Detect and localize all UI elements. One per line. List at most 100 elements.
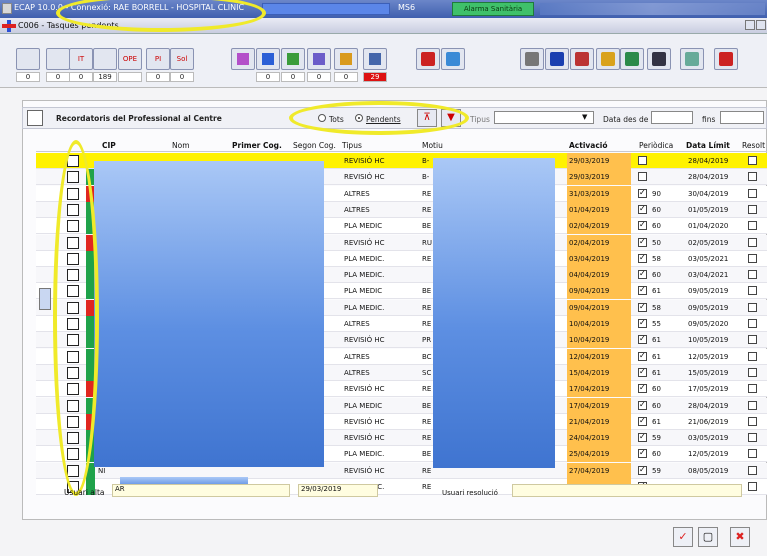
col-activacio[interactable]: Activació <box>569 141 608 150</box>
periodic-checkbox[interactable] <box>638 383 647 393</box>
resolt-checkbox[interactable] <box>748 221 757 230</box>
periodic-checkbox[interactable] <box>638 416 647 426</box>
chevron-down-icon[interactable]: ▼ <box>582 113 587 121</box>
resolt-checkbox[interactable] <box>748 238 757 247</box>
resolt-checkbox[interactable] <box>748 335 757 344</box>
date-to-input[interactable] <box>720 111 764 124</box>
filter-button[interactable] <box>545 48 569 70</box>
resolt-checkbox[interactable] <box>748 417 757 426</box>
smile-button[interactable] <box>596 48 620 70</box>
periodic-checkbox[interactable] <box>638 220 647 230</box>
note-button[interactable] <box>93 48 117 70</box>
periodic-checkbox[interactable] <box>638 432 647 442</box>
world-button[interactable] <box>620 48 644 70</box>
motiu-cell: RE <box>422 483 432 491</box>
periodic-checkbox[interactable] <box>638 237 647 247</box>
usuari-resolucio-field[interactable] <box>512 484 742 497</box>
patient-card-button[interactable] <box>16 48 40 70</box>
resolt-checkbox[interactable] <box>748 449 757 458</box>
activacio-cell: 02/04/2019 <box>567 235 631 251</box>
new-button[interactable]: ▢ <box>698 527 718 547</box>
periodic-checkbox[interactable] <box>638 448 647 458</box>
minimize-button[interactable] <box>745 20 755 30</box>
resolt-checkbox[interactable] <box>748 433 757 442</box>
col-resolt[interactable]: Resolt <box>742 141 765 150</box>
periodic-checkbox[interactable] <box>638 156 647 165</box>
date-to-label: fins <box>702 115 716 124</box>
resolt-checkbox[interactable] <box>748 384 757 393</box>
pill-alt-button[interactable] <box>307 48 331 70</box>
col-nom[interactable]: Nom <box>172 141 190 150</box>
resolt-checkbox[interactable] <box>748 466 757 475</box>
col-segon-cog[interactable]: Segon Cog. <box>293 141 336 150</box>
group-button[interactable] <box>680 48 704 70</box>
resolt-checkbox[interactable] <box>748 368 757 377</box>
activacio-cell: 15/04/2019 <box>567 365 631 381</box>
pill-button[interactable] <box>256 48 280 70</box>
periodic-checkbox[interactable] <box>638 334 647 344</box>
resolt-checkbox[interactable] <box>748 303 757 312</box>
resolt-checkbox[interactable] <box>748 156 757 165</box>
check-doc-button[interactable] <box>231 48 255 70</box>
periodic-checkbox[interactable] <box>638 367 647 377</box>
resolt-checkbox[interactable] <box>748 286 757 295</box>
col-periodica[interactable]: Periòdica <box>639 141 673 150</box>
resolt-checkbox[interactable] <box>748 205 757 214</box>
motiu-cell: RE <box>422 190 432 198</box>
resolt-checkbox[interactable] <box>748 352 757 361</box>
periodic-checkbox[interactable] <box>638 269 647 279</box>
col-data-limit[interactable]: Data Límit <box>686 141 730 150</box>
resolt-checkbox[interactable] <box>748 189 757 198</box>
accept-button[interactable]: ✓ <box>673 527 693 547</box>
ope-button[interactable]: OPE <box>118 48 142 70</box>
col-motiu[interactable]: Motiu <box>422 141 443 150</box>
periodic-checkbox[interactable] <box>638 172 647 181</box>
it-button[interactable]: IT <box>69 48 93 70</box>
resolt-checkbox[interactable] <box>748 401 757 410</box>
exit-button[interactable] <box>714 48 738 70</box>
data-limit-cell: 12/05/2019 <box>688 450 729 458</box>
tipus-cell: REVISIÓ HC <box>344 157 385 165</box>
highlight-status-column <box>53 140 99 496</box>
resolt-checkbox[interactable] <box>748 319 757 328</box>
toolbar-count: 29 <box>363 72 387 82</box>
col-primer-cog[interactable]: Primer Cog. <box>232 141 282 150</box>
periodic-checkbox[interactable] <box>638 351 647 361</box>
resolt-checkbox[interactable] <box>748 254 757 263</box>
col-tipus[interactable]: Tipus <box>342 141 362 150</box>
pi-button[interactable]: PI <box>146 48 170 70</box>
motiu-cell: RE <box>422 304 432 312</box>
periodic-checkbox[interactable] <box>638 400 647 410</box>
periodic-checkbox[interactable] <box>638 318 647 328</box>
periodic-checkbox[interactable] <box>638 302 647 312</box>
periodic-checkbox[interactable] <box>638 465 647 475</box>
resolt-checkbox[interactable] <box>748 482 757 491</box>
tipus-cell: ALTRES <box>344 206 370 214</box>
side-grip-icon[interactable] <box>39 288 51 310</box>
periodic-checkbox[interactable] <box>638 285 647 295</box>
activacio-cell: 04/04/2019 <box>567 267 631 283</box>
scan-button[interactable] <box>570 48 594 70</box>
pci-button[interactable] <box>647 48 671 70</box>
alta-date-field[interactable]: 29/03/2019 <box>298 484 378 497</box>
periodic-checkbox[interactable] <box>638 204 647 214</box>
periodic-checkbox[interactable] <box>638 253 647 263</box>
resolt-checkbox[interactable] <box>748 270 757 279</box>
person-button[interactable] <box>334 48 358 70</box>
close-button[interactable] <box>756 20 766 30</box>
col-cip[interactable]: CIP <box>102 141 116 150</box>
list-button[interactable] <box>363 48 387 70</box>
users-button[interactable] <box>46 48 70 70</box>
pd-button[interactable] <box>416 48 440 70</box>
cancel-button[interactable]: ✖ <box>730 527 750 547</box>
date-from-input[interactable] <box>651 111 693 124</box>
box-button[interactable] <box>281 48 305 70</box>
tipus-select[interactable] <box>494 111 594 124</box>
alarm-sanitaria-button[interactable]: Alarma Sanitària <box>452 2 534 16</box>
globe-button[interactable] <box>441 48 465 70</box>
sol-button[interactable]: Sol <box>170 48 194 70</box>
resolt-checkbox[interactable] <box>748 172 757 181</box>
stethoscope-button[interactable] <box>520 48 544 70</box>
usuari-alta-field[interactable]: AR <box>112 484 290 497</box>
periodic-checkbox[interactable] <box>638 188 647 198</box>
